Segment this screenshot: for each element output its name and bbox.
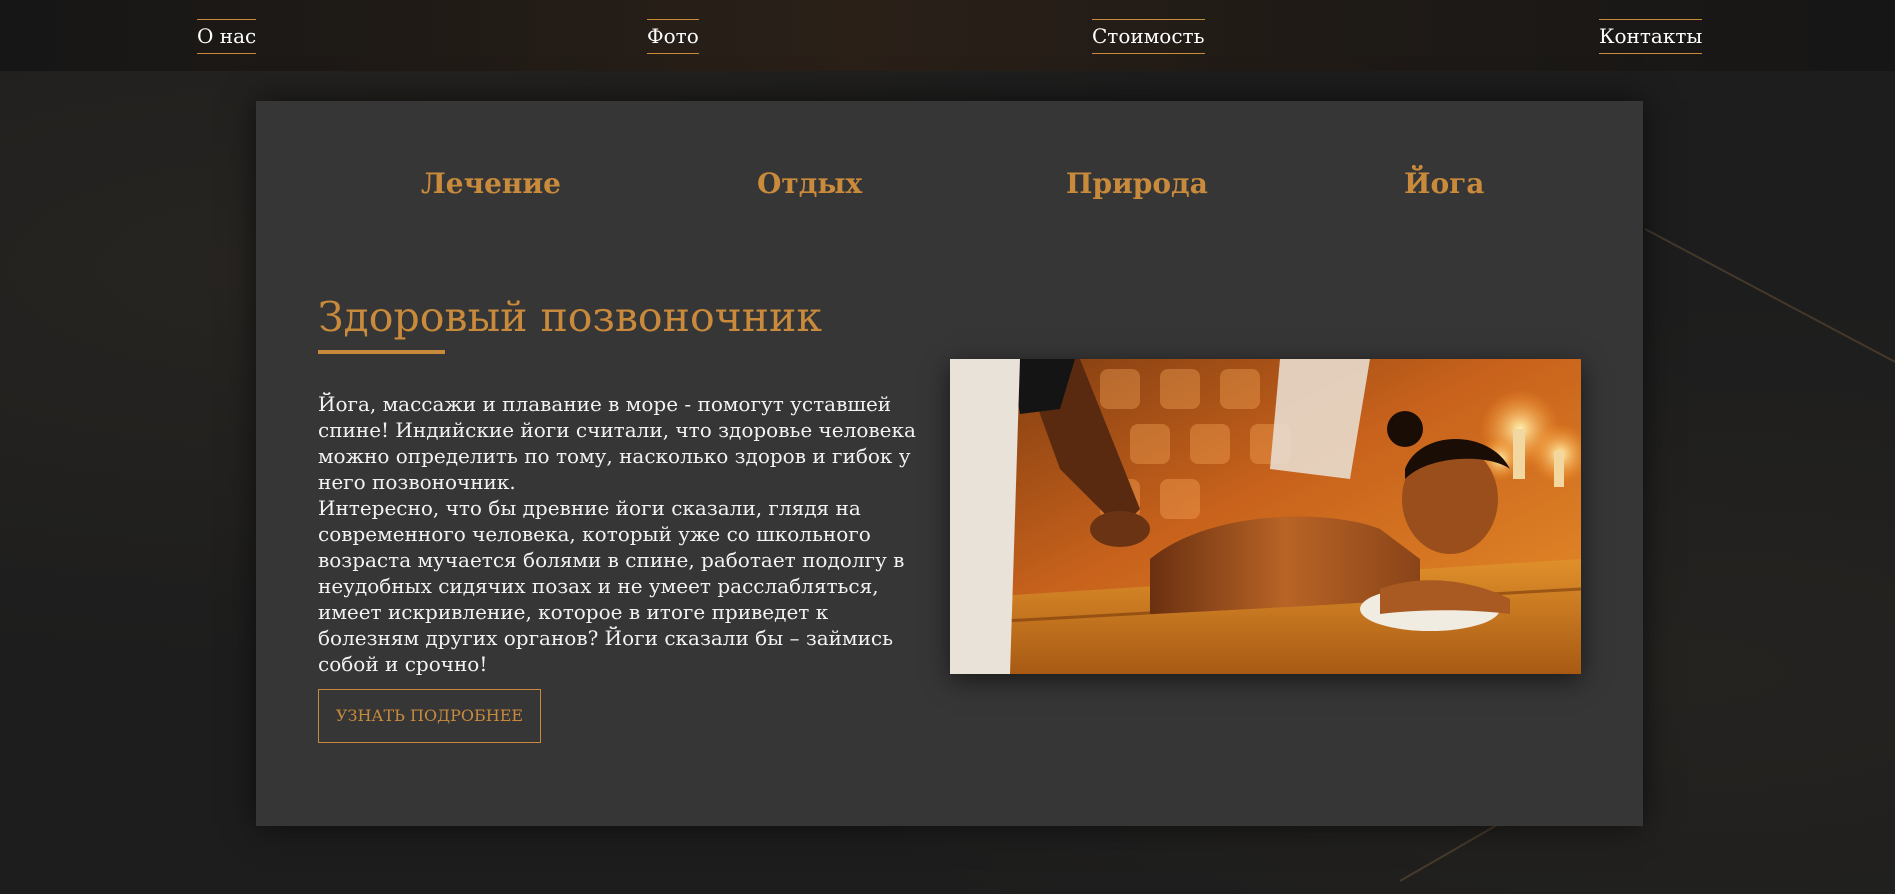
nav-link-contacts[interactable]: Контакты — [1599, 19, 1703, 54]
section-title: Здоровый позвоночник — [318, 293, 823, 341]
tab-treatment[interactable]: Лечение — [421, 165, 561, 203]
page: О нас Фото Стоимость Контакты Лечение От… — [0, 0, 1895, 894]
nav-link-pricing[interactable]: Стоимость — [1092, 19, 1205, 54]
learn-more-button[interactable]: УЗНАТЬ ПОДРОБНЕЕ — [318, 689, 541, 743]
tab-nature[interactable]: Природа — [1066, 165, 1208, 203]
content-card: Лечение Отдых Природа Йога Здоровый позв… — [256, 101, 1643, 826]
section-description: Йога, массажи и плавание в море - помогу… — [318, 391, 928, 677]
paragraph: Йога, массажи и плавание в море - помогу… — [318, 392, 916, 494]
decorative-line — [1644, 228, 1895, 371]
paragraph: Интересно, что бы древние йоги сказали, … — [318, 496, 905, 676]
massage-photo — [950, 359, 1581, 674]
title-underline — [318, 350, 445, 354]
tab-rest[interactable]: Отдых — [757, 165, 862, 203]
tab-yoga[interactable]: Йога — [1404, 165, 1484, 203]
nav-link-about[interactable]: О нас — [197, 19, 257, 54]
top-navigation: О нас Фото Стоимость Контакты — [0, 0, 1895, 71]
nav-link-photo[interactable]: Фото — [647, 19, 699, 54]
